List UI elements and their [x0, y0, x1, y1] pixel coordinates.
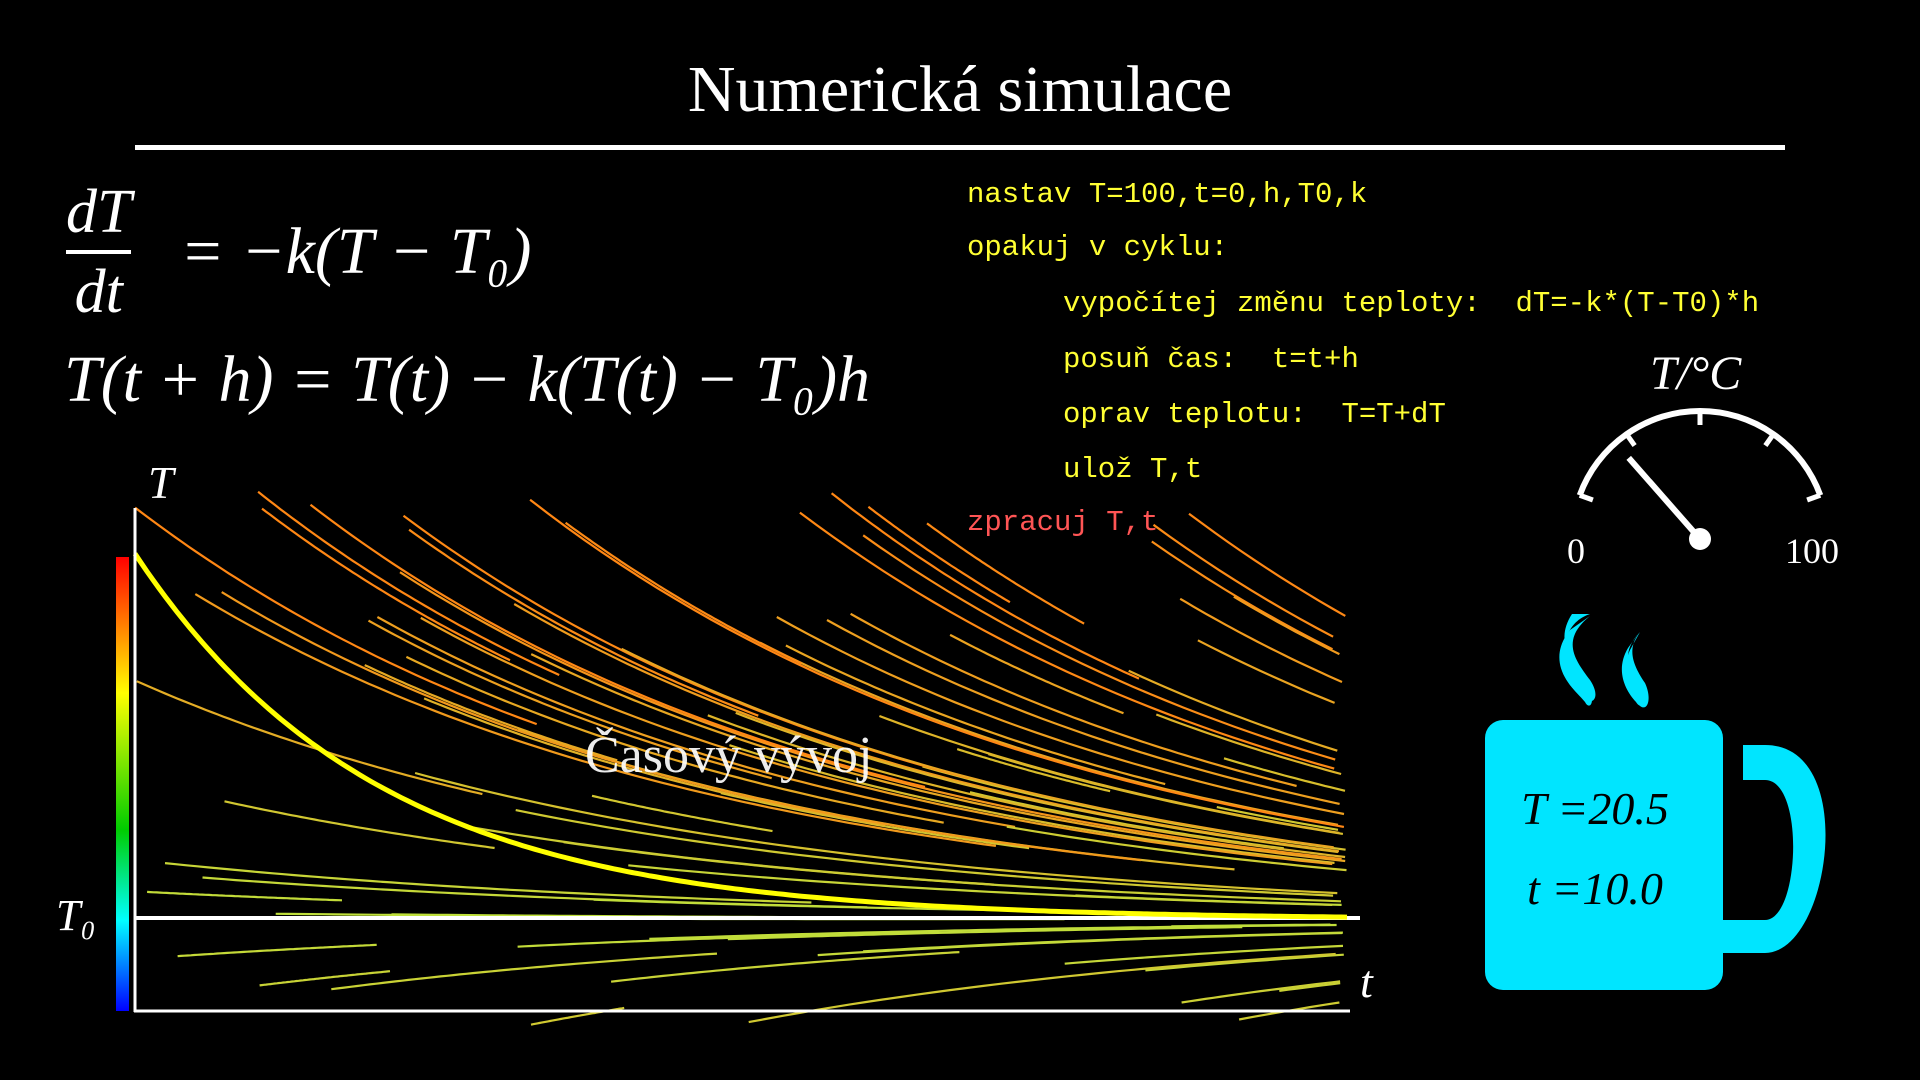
colorbar	[116, 557, 129, 1011]
field-line	[1216, 806, 1339, 831]
mug-temperature: T =20.5	[1521, 783, 1669, 834]
gauge-tick	[1806, 492, 1822, 503]
mug-body	[1485, 720, 1723, 990]
gauge-tick	[1763, 432, 1776, 448]
field-line	[564, 521, 802, 665]
field-line	[376, 616, 1016, 828]
field-line	[817, 931, 1343, 957]
T0-label: T₀	[56, 891, 96, 940]
gauge-needle	[1626, 455, 1703, 541]
x-axis-label: t	[1360, 956, 1373, 1007]
simulation-graphics	[116, 408, 1826, 1026]
field-line	[1152, 523, 1334, 638]
mug-handle	[1723, 745, 1826, 953]
field-line	[926, 522, 1085, 625]
field-line	[1223, 757, 1346, 792]
field-line	[224, 800, 495, 850]
gauge-tick	[1578, 492, 1594, 503]
thermometer-gauge	[1576, 408, 1824, 550]
mug-time: t =10.0	[1527, 863, 1663, 914]
field-line	[261, 507, 511, 662]
field-line	[177, 943, 377, 958]
field-line	[949, 633, 1124, 715]
field-line	[1181, 980, 1341, 1004]
field-line	[830, 492, 1140, 680]
field-line	[1064, 944, 1344, 965]
field-line	[1197, 639, 1336, 704]
field-line	[1145, 953, 1344, 972]
y-axis-label: T	[148, 457, 174, 508]
gauge-tick	[1624, 432, 1637, 448]
field-line	[591, 794, 773, 833]
gauge-pivot	[1689, 528, 1711, 550]
chart-annotation: Časový vývoj	[585, 727, 873, 784]
field-line	[147, 890, 343, 902]
field-line	[194, 593, 997, 847]
